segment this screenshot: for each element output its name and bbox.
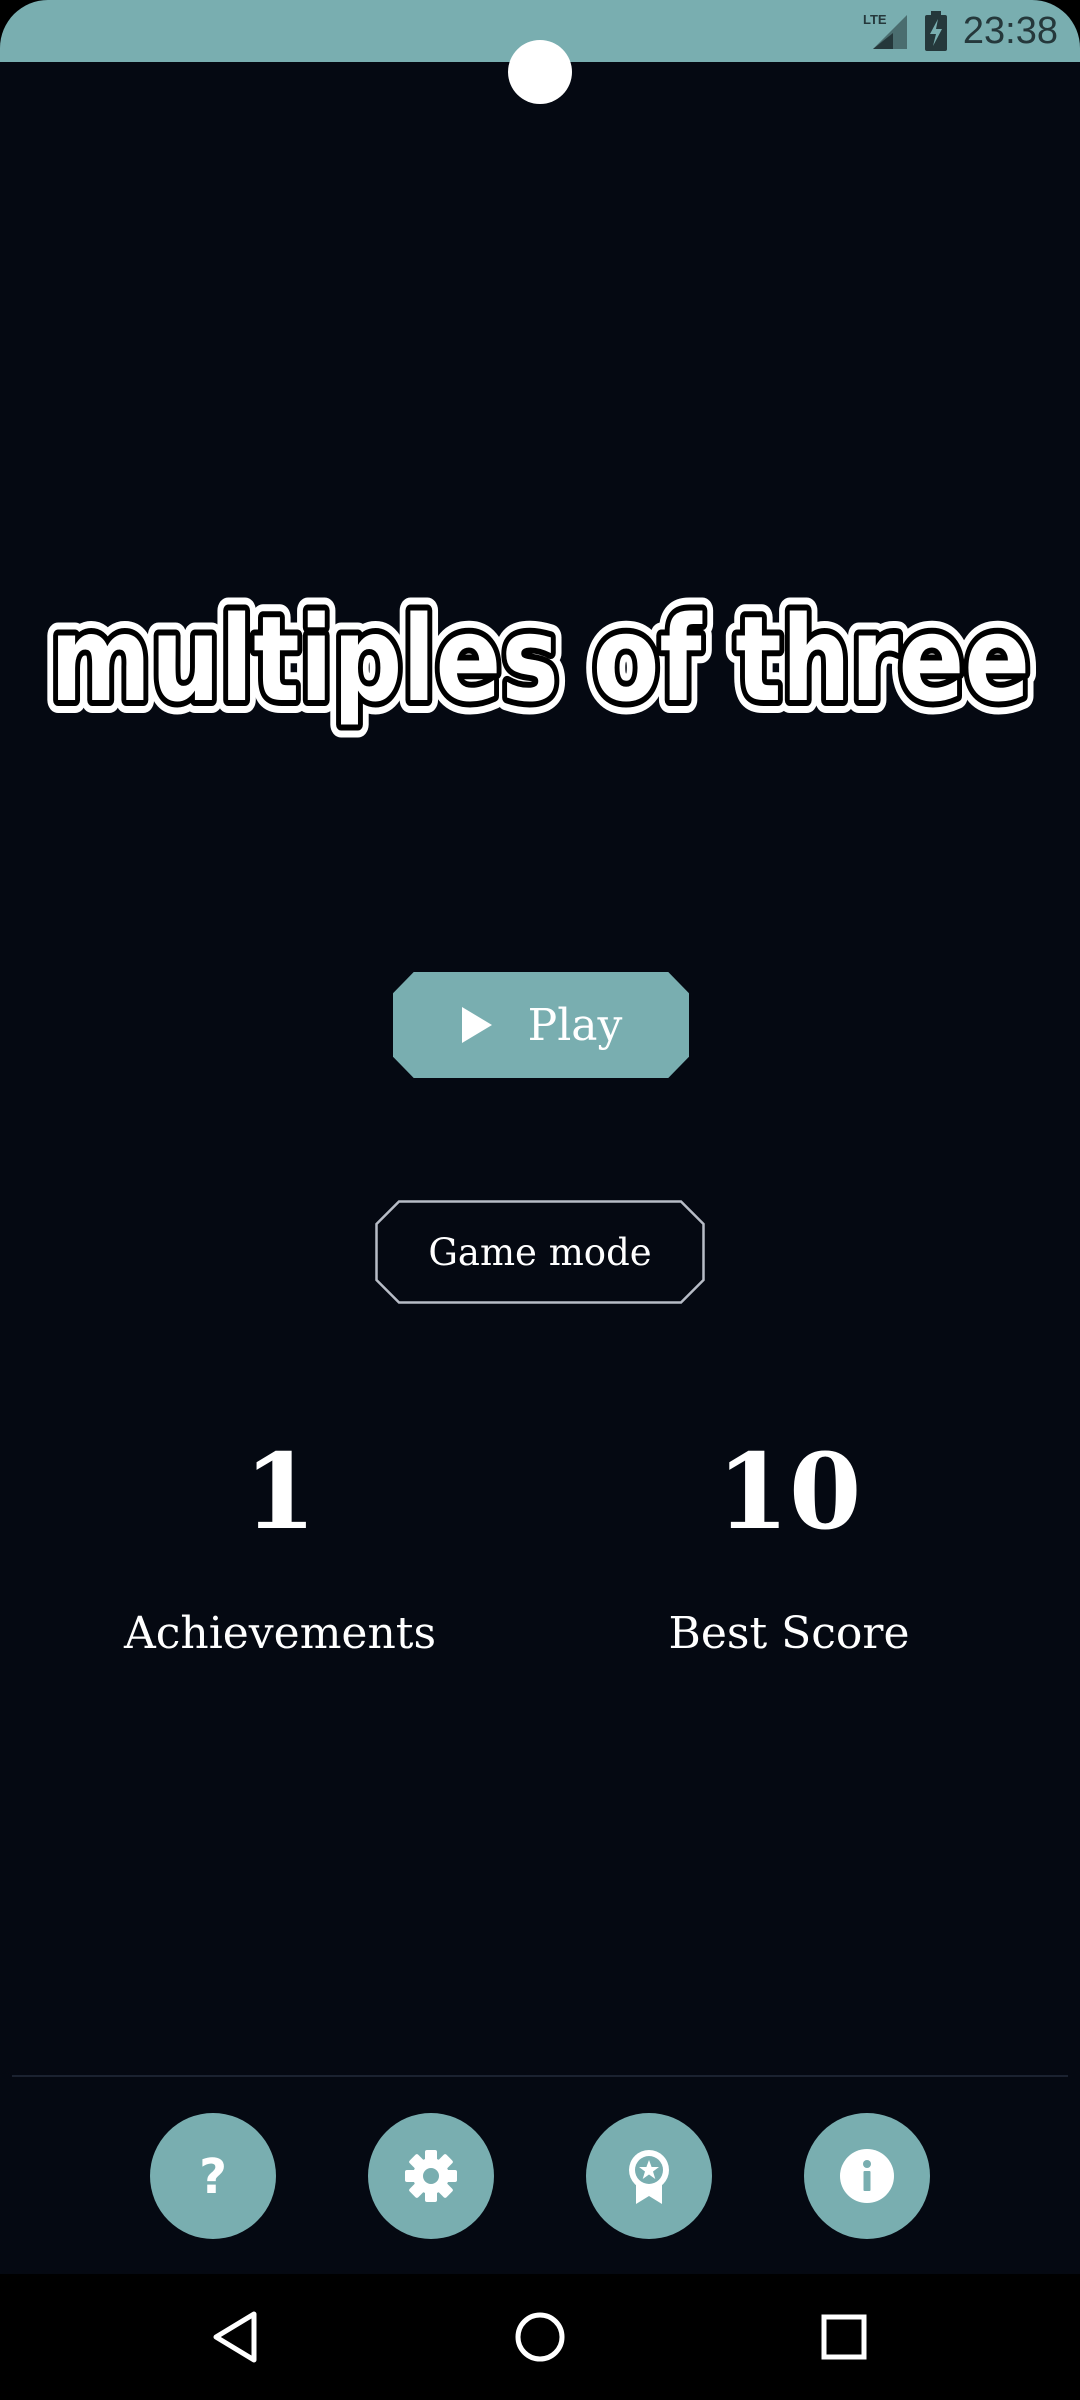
back-icon <box>213 2311 257 2363</box>
home-button[interactable] <box>460 2274 620 2400</box>
status-time: 23:38 <box>962 9 1058 52</box>
play-button-label: Play <box>527 999 623 1051</box>
home-icon <box>515 2312 565 2362</box>
back-button[interactable] <box>156 2274 316 2400</box>
achievements-label: Achievements <box>123 1608 437 1659</box>
status-icons: LTE 23:38 <box>863 0 1058 62</box>
divider <box>12 2075 1068 2077</box>
achievements-button[interactable] <box>586 2113 712 2239</box>
best-score-label: Best Score <box>668 1608 910 1659</box>
navigation-bar <box>0 2274 1080 2400</box>
app-screen: LTE 23:38 multiples of three multiples o… <box>0 0 1080 2400</box>
recents-icon <box>821 2314 867 2360</box>
lte-signal-icon: LTE <box>863 12 907 49</box>
play-button[interactable]: Play <box>393 972 689 1078</box>
game-title: multiples of three multiples of three mu… <box>0 530 1080 750</box>
svg-text:?: ? <box>199 2149 227 2205</box>
game-mode-label: Game mode <box>428 1230 652 1274</box>
battery-charging-icon <box>924 11 947 51</box>
settings-button[interactable] <box>368 2113 494 2239</box>
help-icon: ? <box>199 2149 227 2205</box>
achievements-count: 1 <box>243 1430 317 1553</box>
help-button[interactable]: ? <box>150 2113 276 2239</box>
game-mode-button[interactable]: Game mode <box>375 1200 705 1304</box>
camera-cutout <box>508 40 572 104</box>
info-button[interactable] <box>804 2113 930 2239</box>
recents-button[interactable] <box>764 2274 924 2400</box>
settings-icon <box>405 2150 457 2202</box>
play-icon <box>461 1007 492 1043</box>
game-title-fill: multiples of three <box>50 590 1030 728</box>
best-score-value: 10 <box>716 1430 862 1553</box>
achievement-icon <box>629 2150 669 2204</box>
svg-text:LTE: LTE <box>863 12 887 27</box>
info-icon <box>840 2149 894 2203</box>
